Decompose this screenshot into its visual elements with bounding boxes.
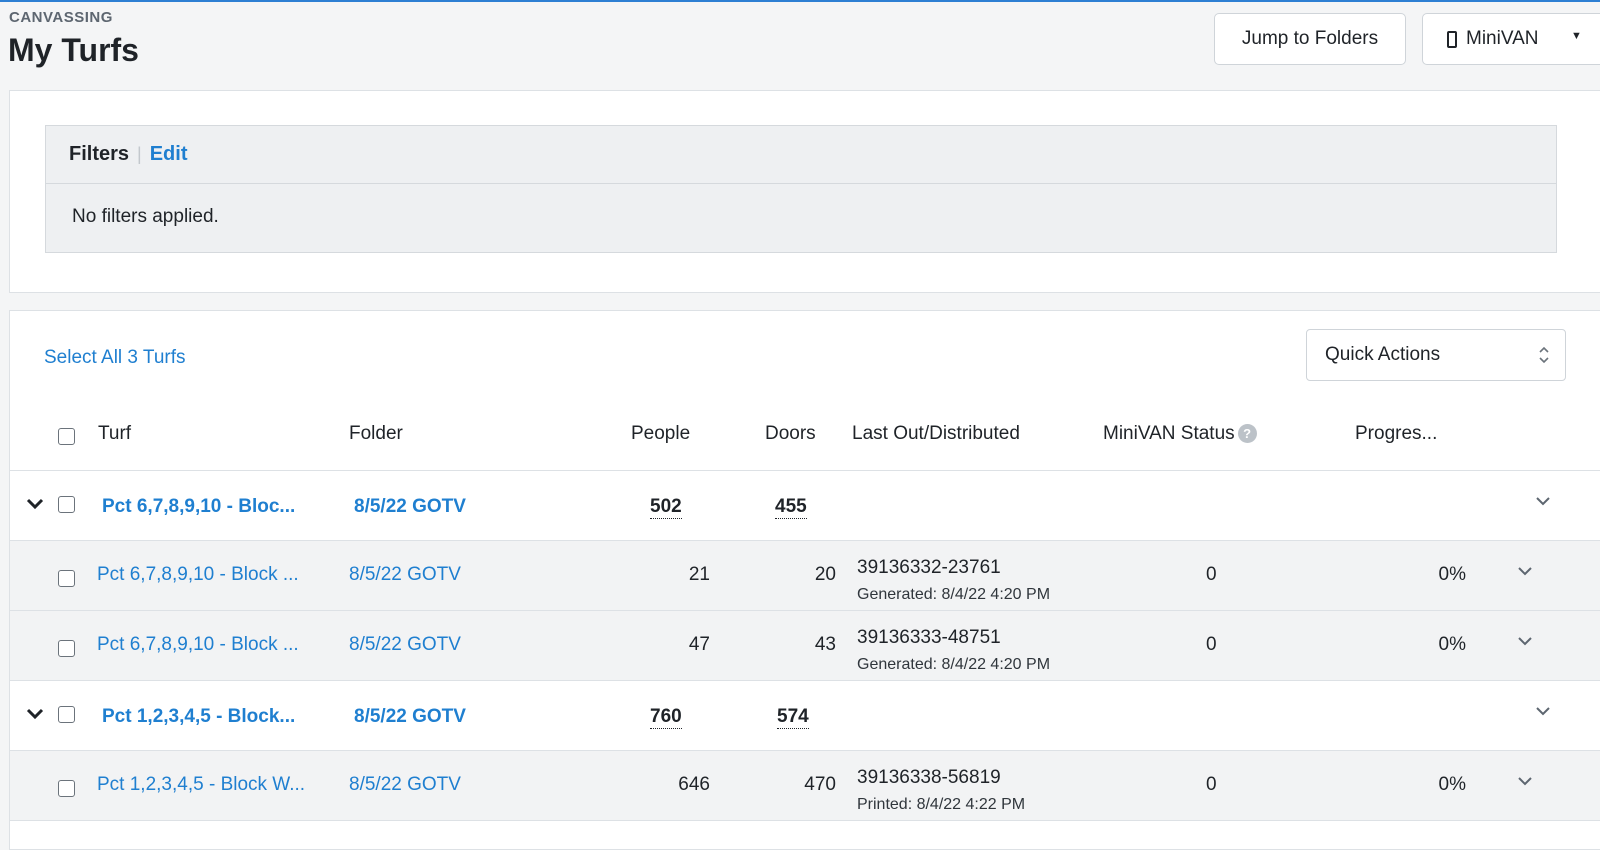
column-last-out[interactable]: Last Out/Distributed <box>852 423 1020 445</box>
filters-status: No filters applied. <box>72 206 219 227</box>
quick-actions-select[interactable]: Quick Actions <box>1306 329 1566 381</box>
column-people[interactable]: People <box>631 423 690 445</box>
row-actions-chevron-icon[interactable] <box>1517 636 1533 646</box>
folder-link[interactable]: 8/5/22 GOTV <box>354 496 466 518</box>
minivan-status-value: 0 <box>1206 634 1217 655</box>
row-actions-chevron-icon[interactable] <box>1535 496 1551 506</box>
list-number: 39136333-48751 <box>857 627 1001 648</box>
caret-down-icon: ▼ <box>1571 30 1582 42</box>
turf-link[interactable]: Pct 6,7,8,9,10 - Block ... <box>97 564 299 586</box>
doors-count-value: 455 <box>775 496 807 519</box>
minivan-status-label: MiniVAN Status <box>1103 423 1235 444</box>
doors-count: 470 <box>804 774 836 795</box>
turf-list-row: Pct 6,7,8,9,10 - Block ... 8/5/22 GOTV 4… <box>10 611 1600 681</box>
select-all-checkbox[interactable] <box>58 428 75 445</box>
list-number: 39136332-23761 <box>857 557 1001 578</box>
minivan-status-value: 0 <box>1206 564 1217 585</box>
row-checkbox[interactable] <box>58 780 75 797</box>
divider: | <box>137 144 142 164</box>
list-printed-note: Printed: 8/4/22 4:22 PM <box>857 796 1026 813</box>
folder-link[interactable]: 8/5/22 GOTV <box>349 634 461 656</box>
collapse-chevron-icon[interactable] <box>26 707 44 721</box>
edit-filters-link[interactable]: Edit <box>150 143 188 166</box>
progress-value: 0% <box>1438 634 1466 655</box>
row-actions-chevron-icon[interactable] <box>1517 776 1533 786</box>
folder-link[interactable]: 8/5/22 GOTV <box>354 706 466 728</box>
turf-group-row: Pct 1,2,3,4,5 - Block... 8/5/22 GOTV 760… <box>10 681 1600 751</box>
doors-count: 20 <box>814 564 836 585</box>
page-title: My Turfs <box>8 32 139 68</box>
turf-link[interactable]: Pct 1,2,3,4,5 - Block W... <box>97 774 305 796</box>
people-count-value: 502 <box>650 496 682 519</box>
column-doors[interactable]: Doors <box>765 423 816 445</box>
turf-list-row: Pct 1,2,3,4,5 - Block W... 8/5/22 GOTV 6… <box>10 751 1600 821</box>
section-label: CANVASSING <box>9 9 113 26</box>
column-minivan-status[interactable]: MiniVAN Status? <box>1103 423 1257 445</box>
row-checkbox[interactable] <box>58 496 75 513</box>
row-checkbox[interactable] <box>58 570 75 587</box>
table-header: Turf Folder People Doors Last Out/Distri… <box>10 401 1600 471</box>
folder-link[interactable]: 8/5/22 GOTV <box>349 774 461 796</box>
row-checkbox[interactable] <box>58 706 75 723</box>
minivan-dropdown-button[interactable]: MiniVAN ▼ <box>1422 13 1600 65</box>
minivan-label: MiniVAN <box>1466 28 1539 49</box>
turf-link[interactable]: Pct 1,2,3,4,5 - Block... <box>102 706 295 728</box>
filters-card: Filters | Edit No filters applied. <box>9 90 1600 293</box>
quick-actions-label: Quick Actions <box>1325 344 1441 365</box>
select-arrows-icon <box>1539 346 1549 364</box>
doors-count-value: 574 <box>777 706 809 729</box>
filters-title: Filters <box>69 143 130 165</box>
progress-value: 0% <box>1438 564 1466 585</box>
list-generated-note: Generated: 8/4/22 4:20 PM <box>857 656 1051 673</box>
turfs-card: Select All 3 Turfs Quick Actions Turf Fo… <box>9 310 1600 850</box>
folder-link[interactable]: 8/5/22 GOTV <box>349 564 461 586</box>
doors-count[interactable]: 574 <box>777 706 809 729</box>
people-count[interactable]: 502 <box>650 496 682 519</box>
list-generated-note: Generated: 8/4/22 4:20 PM <box>857 586 1051 603</box>
turf-list-row: Pct 6,7,8,9,10 - Block ... 8/5/22 GOTV 2… <box>10 541 1600 611</box>
filters-header: Filters | Edit <box>46 126 1556 184</box>
row-checkbox[interactable] <box>58 640 75 657</box>
doors-count[interactable]: 455 <box>775 496 807 519</box>
filters-panel: Filters | Edit No filters applied. <box>45 125 1557 253</box>
turf-link[interactable]: Pct 6,7,8,9,10 - Block ... <box>97 634 299 656</box>
people-count: 646 <box>678 774 710 795</box>
row-actions-chevron-icon[interactable] <box>1517 566 1533 576</box>
column-turf[interactable]: Turf <box>98 423 131 445</box>
minivan-status-value: 0 <box>1206 774 1217 795</box>
turf-link[interactable]: Pct 6,7,8,9,10 - Bloc... <box>102 496 295 518</box>
people-count[interactable]: 760 <box>650 706 682 729</box>
phone-icon <box>1447 30 1457 48</box>
row-actions-chevron-icon[interactable] <box>1535 706 1551 716</box>
column-folder[interactable]: Folder <box>349 423 403 445</box>
column-progress[interactable]: Progres... <box>1355 423 1437 445</box>
people-count-value: 760 <box>650 706 682 729</box>
list-number: 39136338-56819 <box>857 767 1001 788</box>
progress-value: 0% <box>1438 774 1466 795</box>
jump-to-folders-label: Jump to Folders <box>1241 28 1379 49</box>
turf-group-row: Pct 6,7,8,9,10 - Bloc... 8/5/22 GOTV 502… <box>10 471 1600 541</box>
collapse-chevron-icon[interactable] <box>26 497 44 511</box>
people-count: 47 <box>688 634 710 655</box>
doors-count: 43 <box>814 634 836 655</box>
jump-to-folders-button[interactable]: Jump to Folders <box>1214 13 1406 65</box>
select-all-turfs-link[interactable]: Select All 3 Turfs <box>44 347 186 369</box>
people-count: 21 <box>688 564 710 585</box>
help-icon[interactable]: ? <box>1237 424 1257 443</box>
